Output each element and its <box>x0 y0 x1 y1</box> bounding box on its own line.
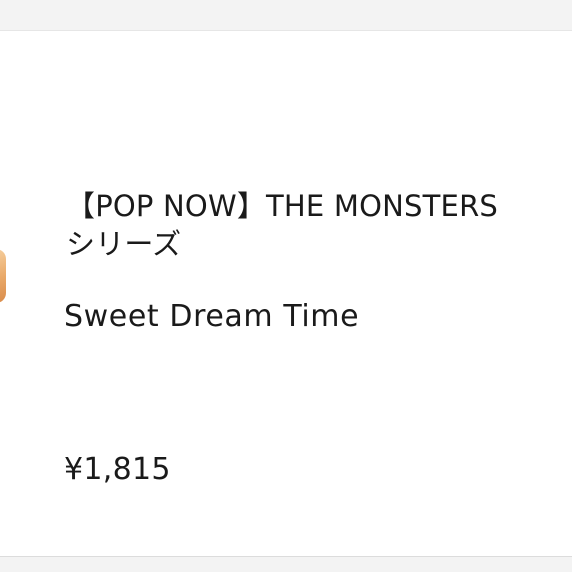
product-list-screen: 【POP NOW】THE MONSTERS シリーズ Sweet Dream T… <box>0 0 572 572</box>
product-thumbnail-image[interactable] <box>0 249 6 303</box>
next-item-divider <box>0 556 572 572</box>
product-list-item[interactable]: 【POP NOW】THE MONSTERS シリーズ Sweet Dream T… <box>0 31 572 556</box>
product-price: ¥1,815 <box>64 452 171 487</box>
previous-item-divider <box>0 0 572 31</box>
product-title-line-1: 【POP NOW】THE MONSTERS <box>66 189 499 223</box>
product-title-line-2: シリーズ <box>66 227 182 261</box>
product-title[interactable]: 【POP NOW】THE MONSTERS シリーズ <box>66 187 572 263</box>
product-variant: Sweet Dream Time <box>64 299 360 334</box>
